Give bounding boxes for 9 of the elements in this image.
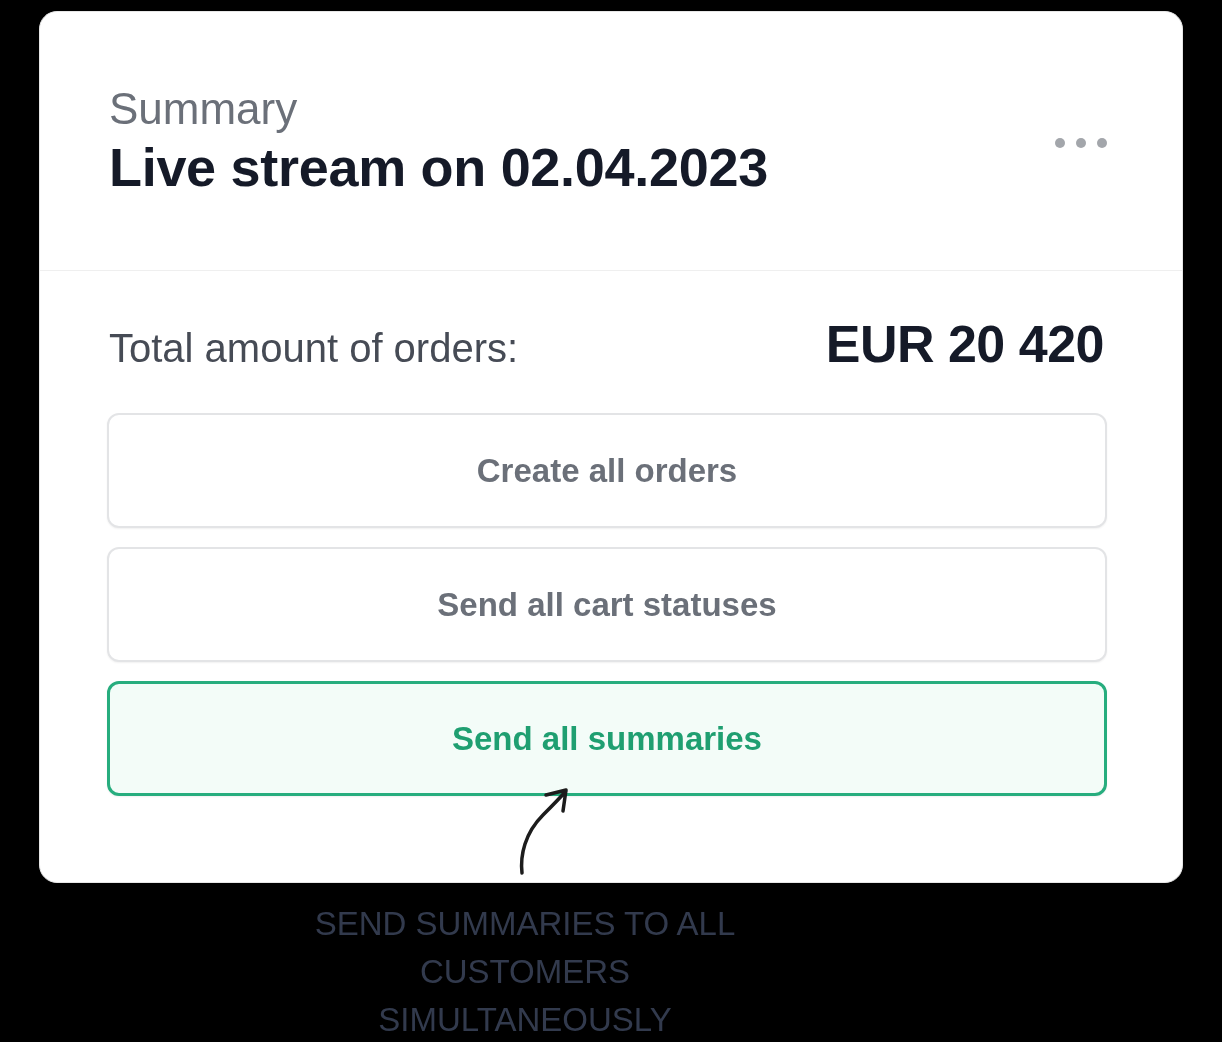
total-label: Total amount of orders:: [109, 325, 519, 372]
more-options-icon[interactable]: [1055, 138, 1107, 148]
annotation-note: SEND SUMMARIES TO ALL CUSTOMERS SIMULTANEOUSLY: [313, 904, 737, 1040]
total-value: EUR 20 420: [825, 314, 1104, 375]
card-eyebrow: Summary: [109, 83, 299, 135]
action-button[interactable]: Send all summaries: [107, 681, 1107, 796]
action-button[interactable]: Create all orders: [107, 413, 1107, 528]
card-title: Live stream on 02.04.2023: [109, 136, 768, 199]
action-button[interactable]: Send all cart statuses: [107, 547, 1107, 662]
